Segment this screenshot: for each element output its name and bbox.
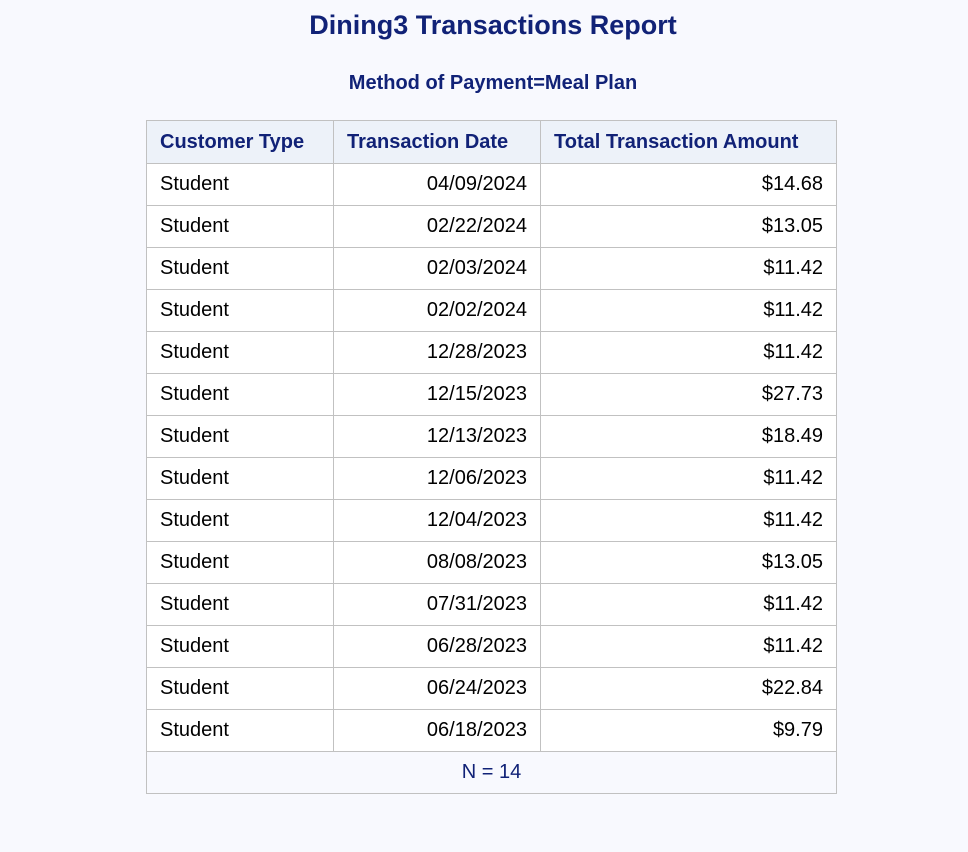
cell-transaction-date: 12/04/2023	[333, 499, 541, 542]
cell-transaction-date: 02/22/2024	[333, 205, 541, 248]
cell-total-amount: $11.42	[540, 583, 837, 626]
cell-transaction-date: 06/28/2023	[333, 625, 541, 668]
cell-total-amount: $27.73	[540, 373, 837, 416]
report-subtitle: Method of Payment=Meal Plan	[348, 72, 638, 94]
cell-customer-type: Student	[146, 457, 334, 500]
cell-customer-type: Student	[146, 373, 334, 416]
table-footer-row: N = 14	[146, 751, 837, 794]
row-count-footer: N = 14	[146, 751, 837, 794]
table-row: Student 04/09/2024 $14.68	[146, 163, 837, 206]
cell-customer-type: Student	[146, 247, 334, 290]
cell-total-amount: $14.68	[540, 163, 837, 206]
cell-transaction-date: 06/24/2023	[333, 667, 541, 710]
cell-transaction-date: 06/18/2023	[333, 709, 541, 752]
table-row: Student 12/04/2023 $11.42	[146, 499, 837, 542]
cell-customer-type: Student	[146, 415, 334, 458]
table-row: Student 06/18/2023 $9.79	[146, 709, 837, 752]
cell-transaction-date: 02/02/2024	[333, 289, 541, 332]
cell-total-amount: $11.42	[540, 247, 837, 290]
table-row: Student 12/13/2023 $18.49	[146, 415, 837, 458]
cell-transaction-date: 04/09/2024	[333, 163, 541, 206]
report-title: Dining3 Transactions Report	[309, 10, 677, 40]
table-row: Student 02/03/2024 $11.42	[146, 247, 837, 290]
cell-transaction-date: 02/03/2024	[333, 247, 541, 290]
cell-transaction-date: 12/28/2023	[333, 331, 541, 374]
cell-total-amount: $13.05	[540, 541, 837, 584]
cell-customer-type: Student	[146, 163, 334, 206]
cell-total-amount: $11.42	[540, 457, 837, 500]
column-header-total-amount: Total Transaction Amount	[540, 120, 837, 164]
table-row: Student 12/28/2023 $11.42	[146, 331, 837, 374]
cell-total-amount: $9.79	[540, 709, 837, 752]
cell-customer-type: Student	[146, 289, 334, 332]
cell-customer-type: Student	[146, 667, 334, 710]
column-header-transaction-date: Transaction Date	[333, 120, 541, 164]
cell-customer-type: Student	[146, 625, 334, 668]
transactions-table: Customer Type Transaction Date Total Tra…	[146, 120, 837, 794]
table-row: Student 02/22/2024 $13.05	[146, 205, 837, 248]
cell-customer-type: Student	[146, 331, 334, 374]
cell-transaction-date: 08/08/2023	[333, 541, 541, 584]
table-row: Student 06/24/2023 $22.84	[146, 667, 837, 710]
table-row: Student 02/02/2024 $11.42	[146, 289, 837, 332]
table-header-row: Customer Type Transaction Date Total Tra…	[146, 120, 837, 164]
cell-total-amount: $13.05	[540, 205, 837, 248]
cell-total-amount: $22.84	[540, 667, 837, 710]
table-row: Student 12/15/2023 $27.73	[146, 373, 837, 416]
cell-transaction-date: 07/31/2023	[333, 583, 541, 626]
cell-transaction-date: 12/15/2023	[333, 373, 541, 416]
table-row: Student 12/06/2023 $11.42	[146, 457, 837, 500]
cell-total-amount: $11.42	[540, 625, 837, 668]
table-row: Student 08/08/2023 $13.05	[146, 541, 837, 584]
cell-transaction-date: 12/06/2023	[333, 457, 541, 500]
cell-customer-type: Student	[146, 205, 334, 248]
cell-transaction-date: 12/13/2023	[333, 415, 541, 458]
cell-total-amount: $11.42	[540, 331, 837, 374]
cell-customer-type: Student	[146, 541, 334, 584]
column-header-customer-type: Customer Type	[146, 120, 334, 164]
cell-customer-type: Student	[146, 499, 334, 542]
cell-total-amount: $11.42	[540, 289, 837, 332]
cell-total-amount: $18.49	[540, 415, 837, 458]
cell-customer-type: Student	[146, 709, 334, 752]
table-row: Student 07/31/2023 $11.42	[146, 583, 837, 626]
table-row: Student 06/28/2023 $11.42	[146, 625, 837, 668]
cell-total-amount: $11.42	[540, 499, 837, 542]
cell-customer-type: Student	[146, 583, 334, 626]
